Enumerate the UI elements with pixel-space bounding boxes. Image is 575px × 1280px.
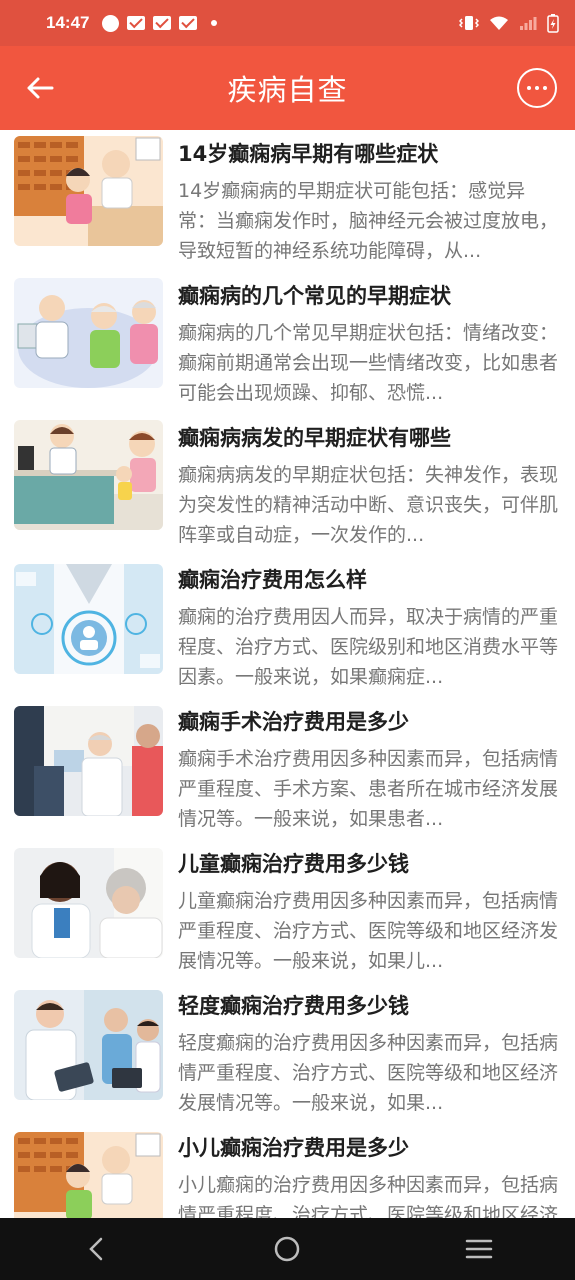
status-system-icons [459, 13, 559, 33]
article-list: 14岁癫痫病早期有哪些症状 14岁癫痫病的早期症状可能包括：感觉异常：当癫痫发作… [0, 130, 575, 1218]
nav-home-icon [275, 1236, 300, 1262]
article-title: 癫痫病病发的早期症状有哪些 [178, 426, 451, 450]
article-summary: 轻度癫痫的治疗费用因多种因素而异，包括病情严重程度、治疗方式、医院等级和地区经济… [178, 1032, 558, 1114]
article-summary: 癫痫病病发的早期症状包括：失神发作，表现为突发性的精神活动中断、意识丧失，可伴肌… [178, 464, 558, 546]
back-button[interactable] [20, 68, 60, 108]
more-options-button[interactable] [517, 68, 557, 108]
list-item[interactable]: 癫痫手术治疗费用是多少 癫痫手术治疗费用因多种因素而异，包括病情严重程度、手术方… [0, 702, 575, 844]
article-summary: 儿童癫痫治疗费用因多种因素而异，包括病情严重程度、治疗方式、医院等级和地区经济发… [178, 890, 558, 972]
article-title: 儿童癫痫治疗费用多少钱 [178, 852, 409, 876]
article-summary: 癫痫的治疗费用因人而异，取决于病情的严重程度、治疗方式、医院级别和地区消费水平等… [178, 606, 558, 688]
more-dot-icon [535, 86, 539, 90]
mail-icon [127, 15, 146, 31]
nav-back-icon [89, 1237, 103, 1261]
article-thumbnail [14, 420, 163, 530]
page-title: 疾病自查 [227, 73, 348, 107]
status-notification-icons [101, 14, 223, 32]
list-item[interactable]: 轻度癫痫治疗费用多少钱 轻度癫痫的治疗费用因多种因素而异，包括病情严重程度、治疗… [0, 986, 575, 1128]
system-nav-bar [0, 1218, 575, 1280]
list-item[interactable]: 小儿癫痫治疗费用是多少 小儿癫痫的治疗费用因多种因素而异，包括病情严重程度、治疗… [0, 1128, 575, 1218]
list-item[interactable]: 癫痫病的几个常见的早期症状 癫痫病的几个常见早期症状包括：情绪改变：癫痫前期通常… [0, 276, 575, 418]
article-title: 14岁癫痫病早期有哪些症状 [178, 142, 439, 166]
article-summary: 小儿癫痫的治疗费用因多种因素而异，包括病情严重程度、治疗方式、医院等级和地区经济… [178, 1174, 558, 1218]
article-thumbnail [14, 848, 163, 958]
article-thumbnail [14, 990, 163, 1100]
list-item[interactable]: 癫痫病病发的早期症状有哪些 癫痫病病发的早期症状包括：失神发作，表现为突发性的精… [0, 418, 575, 560]
back-arrow-icon [27, 77, 54, 99]
app-bar: 疾病自查 [0, 46, 575, 130]
list-item[interactable]: 儿童癫痫治疗费用多少钱 儿童癫痫治疗费用因多种因素而异，包括病情严重程度、治疗方… [0, 844, 575, 986]
more-notifications-dot-icon [205, 15, 223, 31]
article-title: 癫痫手术治疗费用是多少 [178, 710, 409, 734]
status-bar: 14:47 [0, 0, 575, 46]
more-dot-icon [543, 86, 547, 90]
vibrate-icon [459, 16, 479, 30]
article-thumbnail [14, 706, 163, 816]
article-title: 癫痫治疗费用怎么样 [178, 568, 367, 592]
mail-icon [153, 15, 172, 31]
article-summary: 14岁癫痫病的早期症状可能包括：感觉异常：当癫痫发作时，脑神经元会被过度放电，导… [178, 180, 558, 262]
article-title: 癫痫病的几个常见的早期症状 [178, 284, 451, 308]
article-summary: 癫痫病的几个常见早期症状包括：情绪改变：癫痫前期通常会出现一些情绪改变，比如患者… [178, 322, 558, 404]
battery-charging-icon [547, 14, 559, 33]
wifi-icon [490, 16, 508, 30]
nav-menu-icon [465, 1239, 493, 1259]
status-time: 14:47 [46, 13, 90, 32]
nav-home-button[interactable] [257, 1224, 317, 1274]
more-dot-icon [527, 86, 531, 90]
mail-icon [179, 15, 198, 31]
article-thumbnail [14, 136, 163, 246]
article-title: 小儿癫痫治疗费用是多少 [178, 1136, 409, 1160]
list-item[interactable]: 癫痫治疗费用怎么样 癫痫的治疗费用因人而异，取决于病情的严重程度、治疗方式、医院… [0, 560, 575, 702]
list-item[interactable]: 14岁癫痫病早期有哪些症状 14岁癫痫病的早期症状可能包括：感觉异常：当癫痫发作… [0, 134, 575, 276]
nav-back-button[interactable] [66, 1224, 126, 1274]
article-title: 轻度癫痫治疗费用多少钱 [178, 994, 409, 1018]
article-thumbnail [14, 278, 163, 388]
vpn-icon [101, 14, 119, 32]
signal-icon [520, 17, 537, 30]
article-thumbnail [14, 564, 163, 674]
article-summary: 癫痫手术治疗费用因多种因素而异，包括病情严重程度、手术方案、患者所在城市经济发展… [178, 748, 558, 830]
article-thumbnail [14, 1132, 163, 1218]
nav-recents-button[interactable] [449, 1224, 509, 1274]
